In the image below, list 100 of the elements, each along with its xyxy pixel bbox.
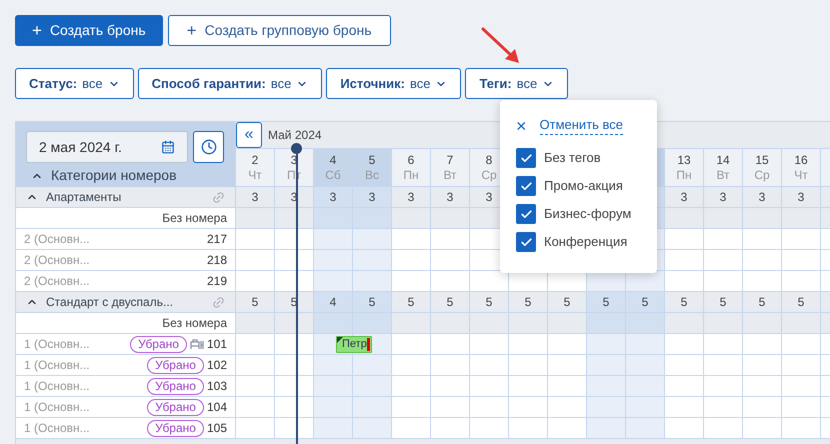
day-number: 13 <box>677 152 691 168</box>
availability-count: 5 <box>408 294 414 311</box>
day-number: 5 <box>368 152 376 168</box>
clear-all-link[interactable]: Отменить все <box>540 116 624 135</box>
availability-count: 5 <box>564 294 570 311</box>
month-label: Май 2024 <box>268 127 322 144</box>
checkbox[interactable] <box>516 232 536 252</box>
occupancy-label: 2 (Основн... <box>24 252 90 269</box>
check-icon <box>520 180 532 192</box>
filter-dropdown[interactable]: Теги: все <box>465 68 568 99</box>
occupancy-label: 2 (Основн... <box>24 231 90 248</box>
filter-dropdown[interactable]: Статус: все <box>15 68 134 99</box>
weekday-label: Вт <box>716 168 730 182</box>
status-badge: Убрано <box>130 336 187 352</box>
room-number: 101 <box>206 336 227 353</box>
check-icon <box>520 208 532 220</box>
availability-count: 5 <box>252 294 258 311</box>
create-button[interactable]: + Создать групповую бронь <box>168 15 391 46</box>
day-number: 14 <box>716 152 730 168</box>
tag-option-label: Бизнес-форум <box>544 205 632 224</box>
checkbox[interactable] <box>516 176 536 196</box>
weekday-label: Пн <box>676 168 692 182</box>
category-row[interactable]: Стандарт с двуспаль... <box>16 292 236 313</box>
tag-option-label: Конференция <box>544 233 628 252</box>
category-name: Стандарт с двуспаль... <box>46 294 174 311</box>
create-button[interactable]: + Создать бронь <box>15 15 163 46</box>
weekday-label: Ср <box>754 168 770 182</box>
availability-count: 5 <box>524 294 532 311</box>
filter-dropdown[interactable]: Способ гарантии: все <box>138 68 322 99</box>
checkbox[interactable] <box>516 148 536 168</box>
clock-icon <box>200 139 216 155</box>
status-badge: Убрано <box>147 398 204 416</box>
availability-count: 3 <box>408 189 414 206</box>
availability-count: 5 <box>602 294 610 311</box>
occupancy-label: 1 (Основн... <box>24 420 90 437</box>
availability-count: 3 <box>446 189 454 206</box>
status-badge: Убрано <box>147 378 204 394</box>
check-icon <box>520 152 532 164</box>
unassigned-label: Без номера <box>162 210 227 227</box>
day-number: 16 <box>794 152 808 168</box>
weekday-label: Пн <box>403 168 419 182</box>
booking-bar[interactable]: Петр <box>336 336 372 353</box>
room-number: 105 <box>206 420 227 437</box>
room-number: 219 <box>206 273 227 290</box>
weekday-label: Ср <box>481 168 497 182</box>
filter-dropdown[interactable]: Источник: все <box>326 68 462 99</box>
availability-count: 5 <box>720 294 726 311</box>
weekday-label: Чт <box>248 168 262 182</box>
availability-count: 3 <box>680 189 688 206</box>
occupancy-label: 1 (Основн... <box>24 336 90 353</box>
availability-count: 5 <box>446 294 454 311</box>
day-number: 8 <box>486 152 492 168</box>
categories-heading: Категории номеров <box>51 166 177 185</box>
tag-option-label: Без тегов <box>544 149 601 168</box>
weekday-label: Вс <box>364 168 379 182</box>
check-icon <box>520 236 532 248</box>
day-number: 15 <box>755 152 769 168</box>
room-number: 217 <box>206 231 227 248</box>
availability-count: 5 <box>642 294 648 311</box>
weekday-label: Вт <box>443 168 457 182</box>
occupancy-label: 1 (Основн... <box>24 378 90 395</box>
checkbox[interactable] <box>516 204 536 224</box>
status-badge: Убрано <box>147 356 204 374</box>
occupancy-label: 1 (Основн... <box>24 357 90 374</box>
availability-count: 5 <box>758 294 766 311</box>
availability-count: 5 <box>486 294 492 311</box>
room-number: 218 <box>206 252 227 269</box>
availability-count: 5 <box>798 294 804 311</box>
room-number: 103 <box>206 378 227 395</box>
room-number: 102 <box>206 357 227 374</box>
weekday-label: Чт <box>794 168 808 182</box>
availability-count: 3 <box>720 189 726 206</box>
availability-count: 4 <box>330 294 336 311</box>
status-badge: Убрано <box>147 420 204 436</box>
room-number: 104 <box>206 399 227 416</box>
annotation-arrow <box>480 26 522 66</box>
availability-count: 3 <box>330 189 336 206</box>
occupancy-label: 1 (Основн... <box>24 399 90 416</box>
back-button[interactable]: « <box>236 122 262 148</box>
day-number: 6 <box>408 152 414 168</box>
tag-option-label: Промо-акция <box>544 177 623 196</box>
availability-count: 3 <box>758 189 766 206</box>
occupancy-label: 2 (Основн... <box>24 273 90 290</box>
day-number: 7 <box>446 152 454 168</box>
availability-count: 3 <box>252 189 258 206</box>
availability-count: 3 <box>368 189 376 206</box>
date-field[interactable]: 2 мая 2024 г. <box>26 131 188 163</box>
unassigned-label: Без номера <box>162 315 227 332</box>
category-row[interactable]: Апартаменты <box>16 187 236 208</box>
day-number: 4 <box>330 152 336 168</box>
weekday-label: Сб <box>325 168 341 182</box>
availability-count: 3 <box>798 189 804 206</box>
clock-button[interactable] <box>193 131 224 163</box>
clear-icon[interactable]: × <box>516 116 527 134</box>
calendar-icon <box>161 140 175 154</box>
category-name: Апартаменты <box>46 189 122 206</box>
availability-count: 5 <box>368 294 376 311</box>
availability-count: 3 <box>486 189 492 206</box>
day-number: 2 <box>252 152 258 168</box>
availability-count: 5 <box>680 294 688 311</box>
